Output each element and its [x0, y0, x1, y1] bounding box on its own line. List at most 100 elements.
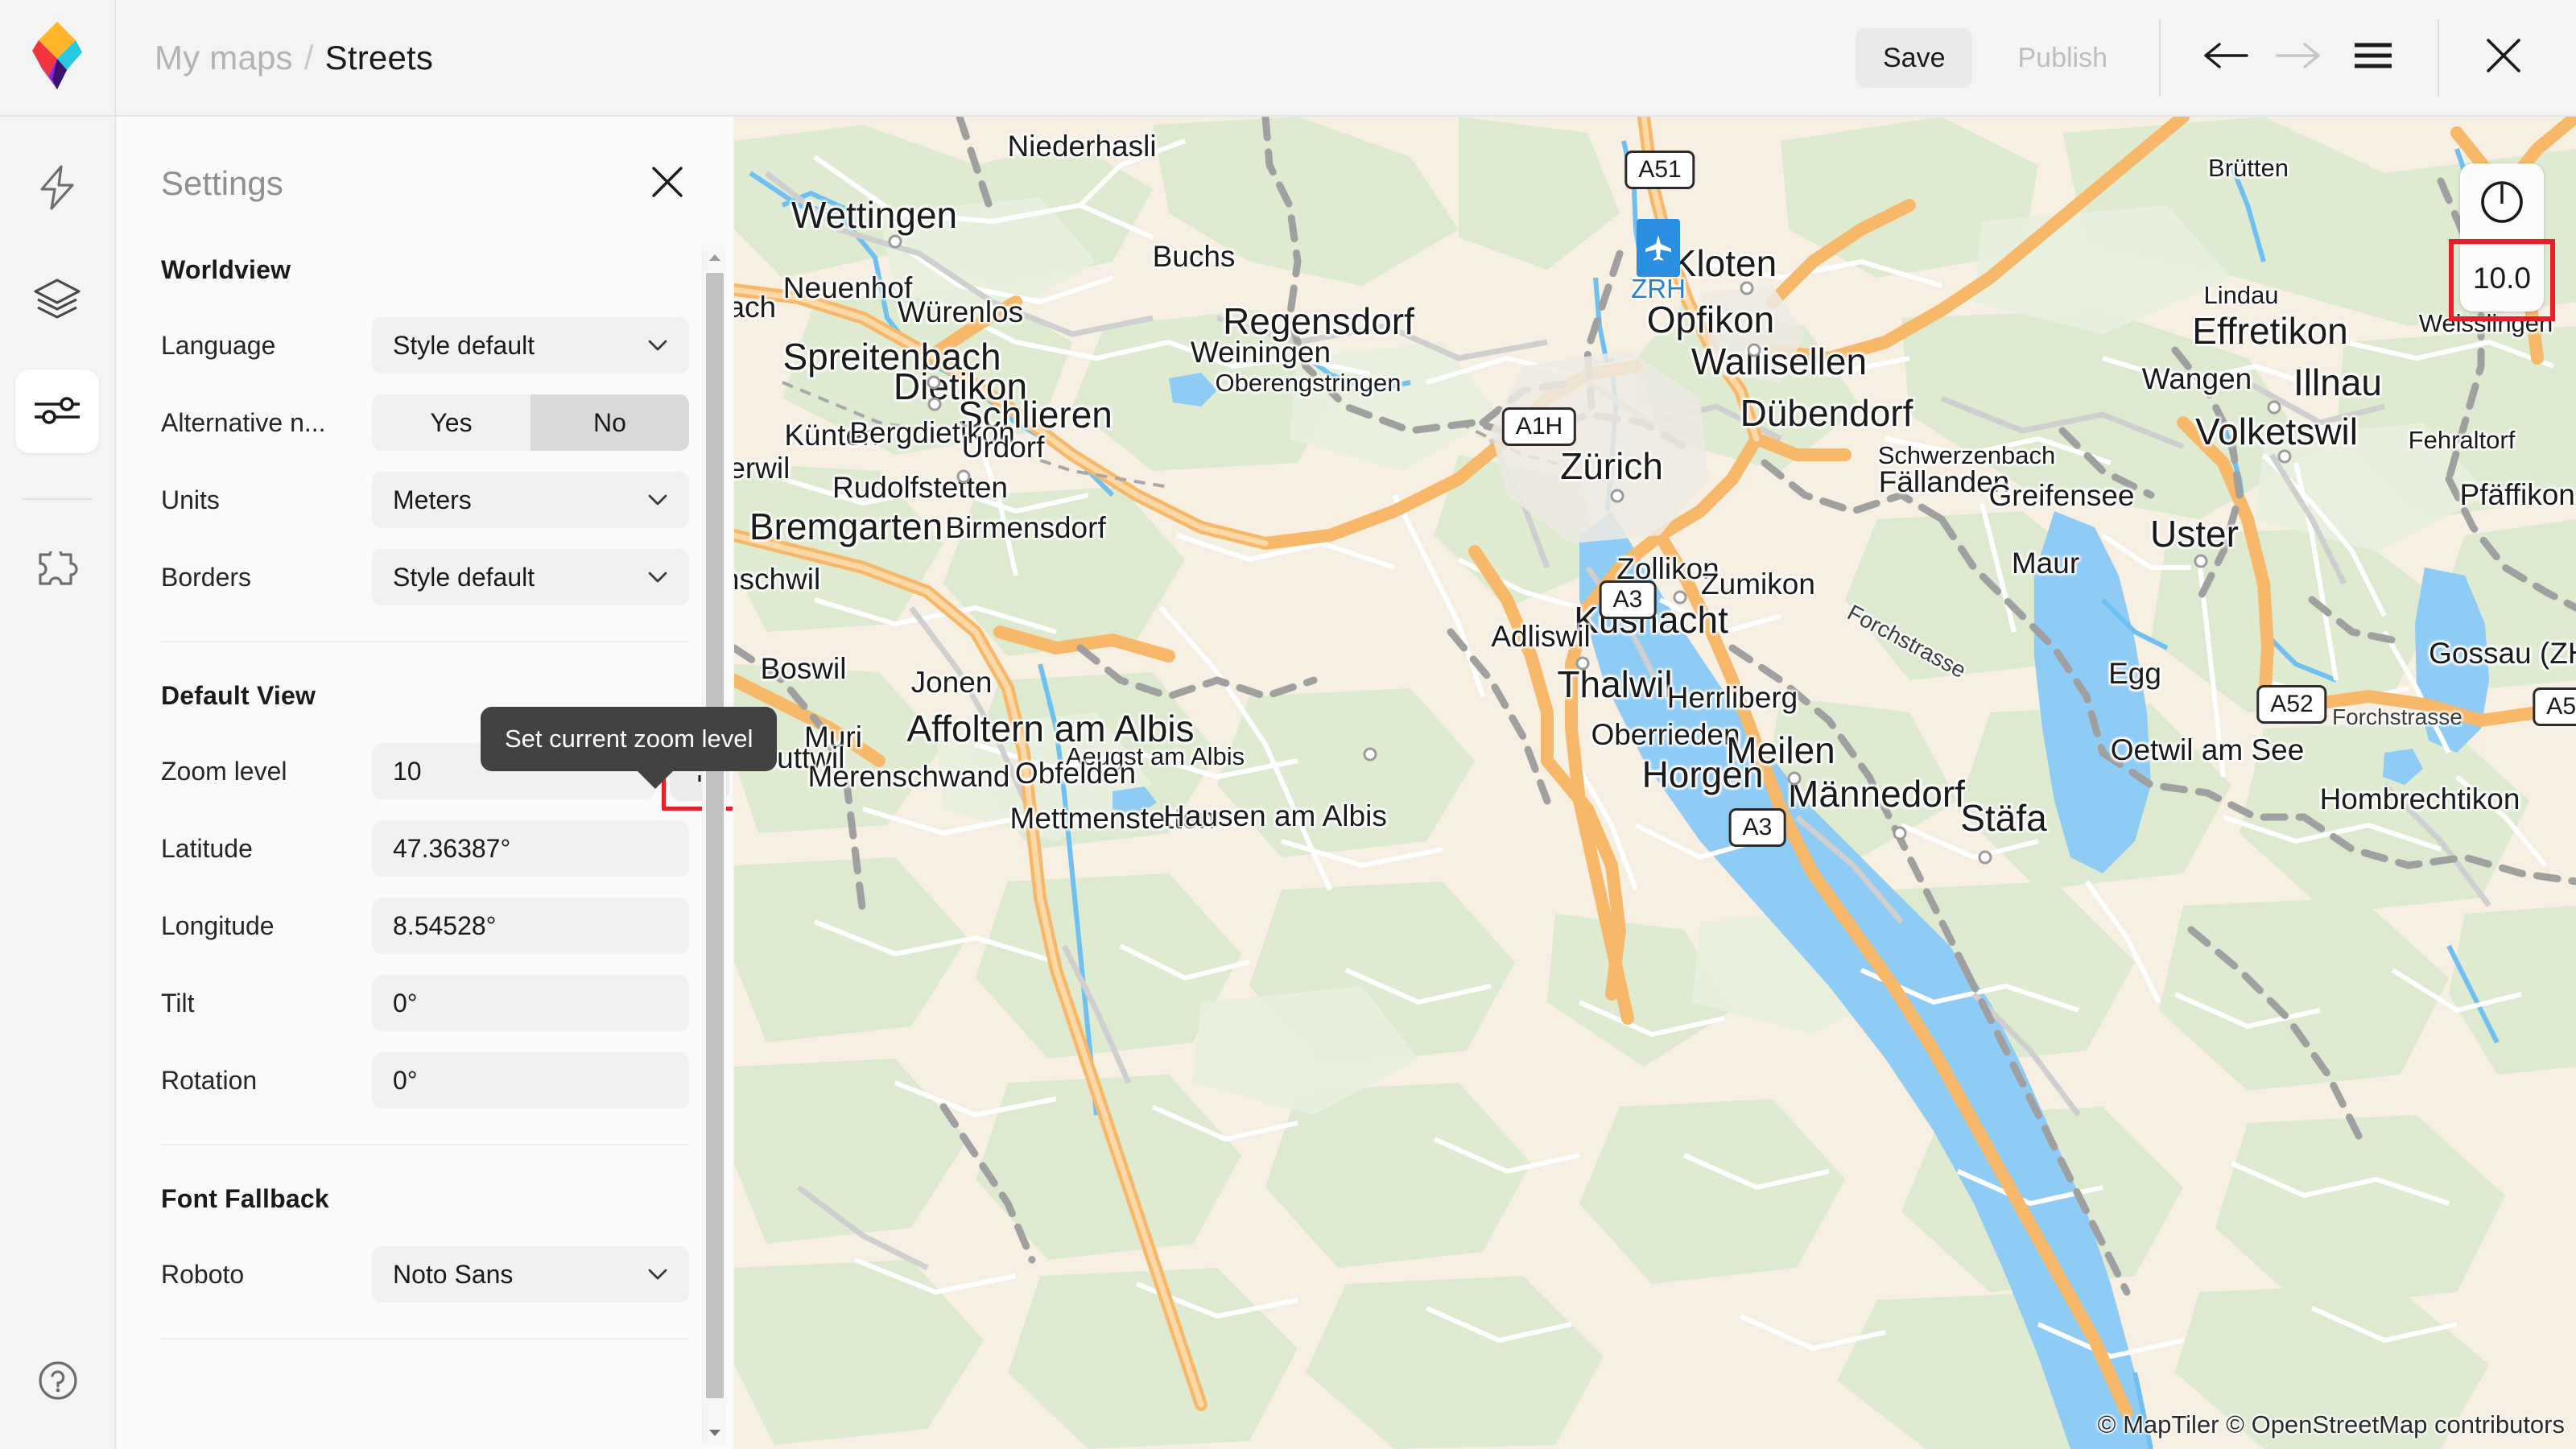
top-bar: My maps / Streets Save Publish: [0, 0, 2576, 117]
map-controls: 10.0: [2449, 163, 2555, 321]
setting-label-alternative-names: Alternative n...: [161, 407, 326, 437]
sidebar-item-plugins[interactable]: [15, 532, 99, 616]
roboto-fallback-select[interactable]: Noto Sans: [372, 1246, 689, 1302]
rail-divider: [23, 498, 92, 500]
compass-icon: [2479, 180, 2524, 229]
map-city-dot: [927, 375, 941, 390]
compass-button[interactable]: [2460, 163, 2544, 244]
layers-icon: [32, 277, 82, 324]
longitude-input[interactable]: 8.54528°: [372, 898, 689, 954]
borders-select[interactable]: Style default: [372, 549, 689, 605]
close-settings-button[interactable]: [646, 162, 689, 205]
left-rail: [0, 117, 116, 1449]
setting-row-borders: Borders Style default: [161, 549, 689, 605]
setting-label-zoom-level: Zoom level: [161, 756, 287, 786]
map-city-dot: [1740, 281, 1754, 295]
help-button[interactable]: [0, 1360, 116, 1406]
setting-row-latitude: Latitude 47.36387°: [161, 820, 689, 877]
map-city-dot: [2267, 400, 2281, 415]
airport-code-label: ZRH: [1631, 274, 1686, 303]
latitude-input[interactable]: 47.36387°: [372, 820, 689, 877]
alternative-names-yes[interactable]: Yes: [372, 394, 530, 451]
sidebar-item-quick-actions[interactable]: [15, 147, 99, 231]
publish-button[interactable]: Publish: [1993, 28, 2132, 88]
sidebar-item-settings[interactable]: [15, 369, 99, 453]
chevron-down-icon: [647, 339, 668, 352]
close-icon: [649, 163, 686, 204]
menu-button[interactable]: [2336, 21, 2410, 95]
highway-shield: A1H: [1501, 407, 1577, 446]
tilt-input[interactable]: 0°: [372, 975, 689, 1031]
map-city-dot: [2277, 449, 2292, 464]
breadcrumb-parent[interactable]: My maps: [155, 39, 293, 77]
section-divider-3: [161, 1338, 689, 1340]
highway-shield: A51: [1624, 151, 1695, 189]
highway-shield: A52: [2533, 687, 2576, 726]
save-button[interactable]: Save: [1855, 27, 1973, 88]
setting-label-borders: Borders: [161, 562, 252, 592]
breadcrumb-current: Streets: [324, 38, 434, 76]
scroll-up-arrow[interactable]: [703, 246, 726, 270]
zoom-level-indicator[interactable]: 10.0: [2460, 244, 2544, 312]
tooltip-text: Set current zoom level: [505, 724, 753, 753]
tooltip: Set current zoom level: [481, 707, 778, 789]
units-select[interactable]: Meters: [372, 472, 689, 528]
question-circle-icon: [37, 1360, 79, 1406]
setting-row-roboto: Roboto Noto Sans: [161, 1246, 689, 1302]
chevron-down-icon: [647, 1268, 668, 1281]
map-city-dot: [1893, 826, 1907, 840]
settings-scrollbar[interactable]: [702, 246, 726, 1445]
toolbar-divider: [2159, 19, 2161, 97]
map-attribution[interactable]: © MapTiler © OpenStreetMap contributors: [2098, 1410, 2565, 1439]
map-city-dot: [1787, 771, 1802, 786]
close-editor-button[interactable]: [2467, 21, 2541, 95]
setting-label-units: Units: [161, 485, 220, 514]
setting-label-longitude: Longitude: [161, 910, 275, 940]
longitude-value: 8.54528°: [393, 910, 497, 940]
roboto-fallback-value: Noto Sans: [393, 1259, 514, 1289]
scrollbar-thumb[interactable]: [706, 273, 724, 1398]
map-city-dot: [1747, 343, 1761, 357]
setting-label-tilt: Tilt: [161, 988, 195, 1018]
highway-shield: A3: [1599, 580, 1657, 619]
map-canvas[interactable]: Niederhasli Brütten Wettingen Buchs Kloten Ne…: [734, 117, 2576, 1449]
redo-button[interactable]: [2262, 21, 2336, 95]
setting-row-units: Units Meters: [161, 472, 689, 528]
setting-row-language: Language Style default: [161, 317, 689, 374]
settings-panel-header: Settings: [118, 117, 733, 205]
setting-label-language: Language: [161, 330, 276, 360]
language-select[interactable]: Style default: [372, 317, 689, 374]
alternative-names-no[interactable]: No: [530, 394, 689, 451]
maptiler-logo-icon: [31, 20, 84, 95]
section-divider-1: [161, 641, 689, 642]
chevron-down-icon: [647, 493, 668, 506]
sidebar-item-layers[interactable]: [15, 258, 99, 342]
latitude-value: 47.36387°: [393, 833, 511, 863]
map-city-dot: [1673, 590, 1687, 605]
setting-row-rotation: Rotation 0°: [161, 1052, 689, 1108]
section-heading-font-fallback: Font Fallback: [161, 1184, 329, 1213]
scroll-down-arrow[interactable]: [703, 1421, 727, 1445]
puzzle-piece-icon: [34, 547, 80, 597]
rotation-input[interactable]: 0°: [372, 1052, 689, 1108]
settings-panel-body: Worldview Language Style default Alterna…: [118, 255, 733, 1340]
highway-shield: A3: [1728, 808, 1786, 847]
setting-label-latitude: Latitude: [161, 833, 253, 863]
setting-row-alternative-names: Alternative n... Yes No: [161, 394, 689, 451]
map-city-dot: [927, 397, 942, 411]
borders-value: Style default: [393, 562, 535, 592]
map-city-dot: [1575, 656, 1590, 671]
close-icon: [2483, 35, 2524, 80]
setting-label-roboto: Roboto: [161, 1259, 245, 1289]
rotation-value: 0°: [393, 1065, 418, 1095]
app-logo[interactable]: [0, 0, 116, 116]
setting-row-tilt: Tilt 0°: [161, 975, 689, 1031]
arrow-right-icon: [2276, 39, 2322, 76]
language-value: Style default: [393, 330, 535, 360]
lightning-bolt-icon: [37, 164, 77, 215]
zoom-indicator-wrapper: 10.0: [2449, 239, 2555, 321]
page-title: Settings: [161, 164, 283, 202]
alternative-names-toggle: Yes No: [372, 394, 689, 451]
undo-button[interactable]: [2188, 21, 2262, 95]
map-city-dot: [956, 469, 971, 484]
